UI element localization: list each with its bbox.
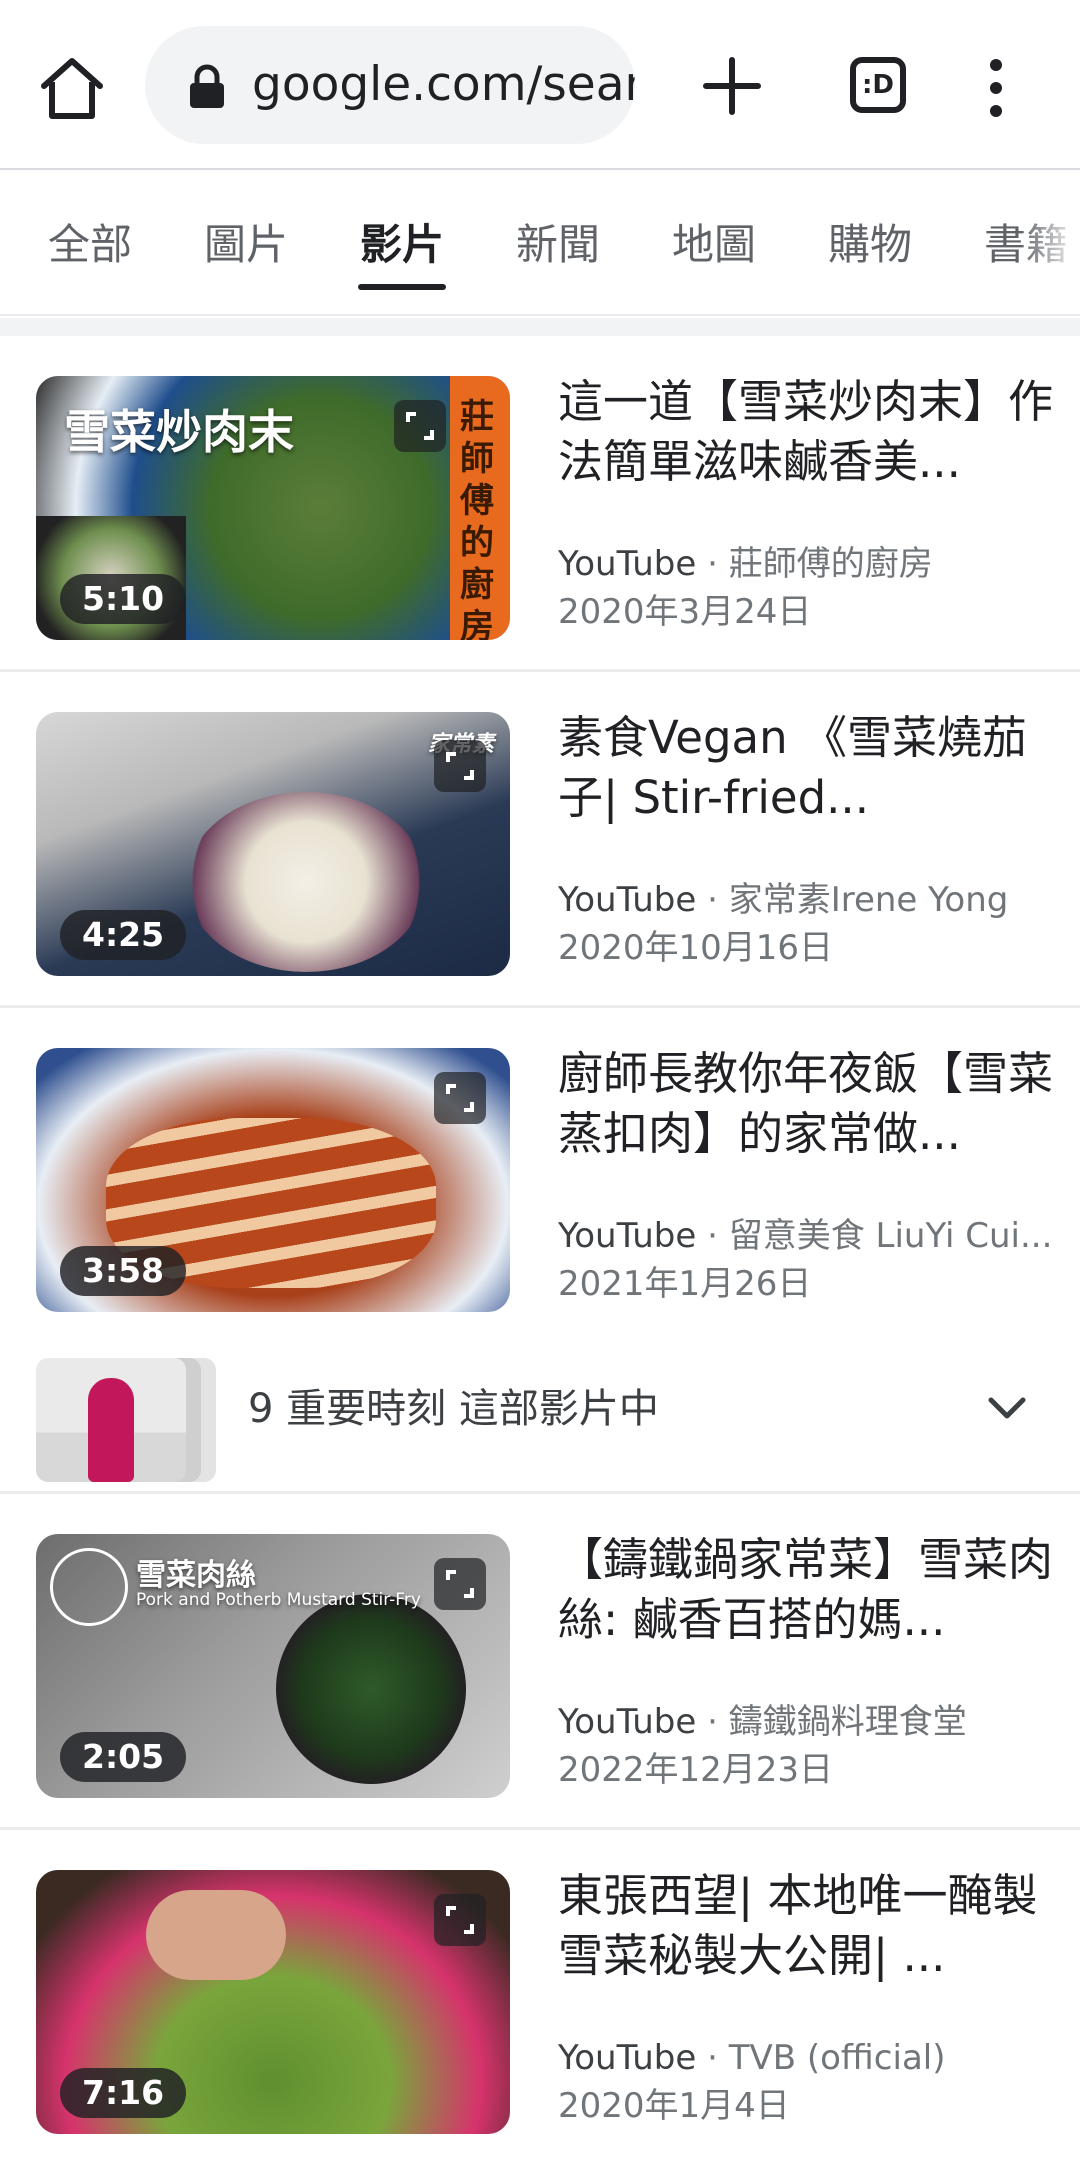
tab-images[interactable]: 圖片 bbox=[204, 170, 288, 314]
video-channel: TVB (official) bbox=[728, 2038, 946, 2078]
section-gap bbox=[0, 318, 1080, 336]
meta-separator: · bbox=[707, 1702, 729, 1742]
key-moments-label: 9 重要時刻 這部影片中 bbox=[248, 1386, 659, 1432]
video-result[interactable]: 雪菜肉絲 Pork and Potherb Mustard Stir-Fry 2… bbox=[0, 1494, 1080, 1830]
expand-icon bbox=[434, 1072, 486, 1124]
video-thumbnail[interactable]: 家常素 4:25 bbox=[36, 712, 510, 976]
key-moments-row[interactable]: 9 重要時刻 這部影片中 bbox=[0, 1334, 1080, 1484]
browser-toolbar: google.com/search :D bbox=[0, 0, 1080, 170]
tab-all[interactable]: 全部 bbox=[48, 170, 132, 314]
thumbnail-skillet bbox=[276, 1594, 466, 1784]
video-source: YouTube bbox=[558, 544, 697, 584]
tab-switcher-icon[interactable]: :D bbox=[850, 57, 906, 113]
thumbnail-caption: 雪菜炒肉末 bbox=[64, 405, 294, 459]
thumbnail-logo bbox=[50, 1548, 128, 1626]
search-tabs: 全部 圖片 影片 新聞 地圖 購物 書籍 bbox=[0, 170, 1080, 316]
video-duration: 4:25 bbox=[60, 910, 187, 960]
expand-icon bbox=[434, 1894, 486, 1946]
video-result[interactable]: 7:16 東張西望| 本地唯一醃製雪菜秘製大公開| ... YouTube · … bbox=[0, 1830, 1080, 2166]
tab-news[interactable]: 新聞 bbox=[516, 170, 600, 314]
video-duration: 7:16 bbox=[60, 2068, 187, 2118]
video-duration: 3:58 bbox=[60, 1246, 187, 1296]
video-date: 2021年1月26日 bbox=[558, 1264, 812, 1304]
video-meta: YouTube · 家常素Irene Yong bbox=[558, 876, 1058, 924]
video-thumbnail[interactable]: 雪菜肉絲 Pork and Potherb Mustard Stir-Fry 2… bbox=[36, 1534, 510, 1798]
thumbnail-pan bbox=[186, 792, 426, 972]
video-source: YouTube bbox=[558, 880, 697, 920]
video-meta: YouTube · 留意美食 LiuYi Cui... bbox=[558, 1212, 1058, 1260]
video-thumbnail[interactable]: 3:58 bbox=[36, 1048, 510, 1312]
key-moments-thumbnails bbox=[36, 1358, 222, 1482]
video-meta: YouTube · 鑄鐵鍋料理食堂 bbox=[558, 1698, 1058, 1746]
more-vert-icon[interactable] bbox=[980, 56, 1012, 120]
tabs-fade bbox=[1020, 170, 1080, 314]
video-channel: 家常素Irene Yong bbox=[728, 880, 1009, 920]
video-channel: 鑄鐵鍋料理食堂 bbox=[728, 1702, 967, 1742]
video-channel: 留意美食 LiuYi Cui... bbox=[728, 1216, 1053, 1256]
video-duration: 5:10 bbox=[60, 574, 187, 624]
meta-separator: · bbox=[707, 544, 729, 584]
video-title[interactable]: 廚師長教你年夜飯【雪菜蒸扣肉】的家常做... bbox=[558, 1044, 1058, 1164]
expand-icon bbox=[434, 740, 486, 792]
thumbnail-hand bbox=[146, 1890, 286, 1980]
meta-separator: · bbox=[707, 1216, 729, 1256]
thumbnail-caption: 雪菜肉絲 bbox=[136, 1558, 256, 1593]
expand-icon bbox=[394, 400, 446, 452]
video-title[interactable]: 這一道【雪菜炒肉末】作法簡單滋味鹹香美... bbox=[558, 372, 1058, 492]
video-thumbnail[interactable]: 7:16 bbox=[36, 1870, 510, 2134]
video-meta: YouTube · TVB (official) bbox=[558, 2034, 1058, 2082]
url-text: google.com/search bbox=[252, 57, 635, 112]
lock-icon bbox=[190, 64, 224, 108]
tab-shopping[interactable]: 購物 bbox=[828, 170, 912, 314]
mini-thumb-person bbox=[88, 1378, 134, 1482]
thumbnail-subcaption: Pork and Potherb Mustard Stir-Fry bbox=[136, 1590, 421, 1610]
video-result[interactable]: 雪菜炒肉末 莊師傅的廚房 5:10 這一道【雪菜炒肉末】作法簡單滋味鹹香美...… bbox=[0, 336, 1080, 672]
chevron-down-icon[interactable] bbox=[985, 1386, 1029, 1430]
video-source: YouTube bbox=[558, 2038, 697, 2078]
video-meta: YouTube · 莊師傅的廚房 bbox=[558, 540, 1058, 588]
plus-icon[interactable] bbox=[700, 54, 764, 118]
tab-videos[interactable]: 影片 bbox=[357, 170, 447, 314]
video-thumbnail[interactable]: 雪菜炒肉末 莊師傅的廚房 5:10 bbox=[36, 376, 510, 640]
home-icon[interactable] bbox=[36, 52, 108, 124]
thumbnail-side-caption: 莊師傅的廚房 bbox=[460, 397, 494, 640]
mini-thumb-front bbox=[36, 1358, 186, 1482]
tab-maps[interactable]: 地圖 bbox=[672, 170, 756, 314]
video-date: 2020年1月4日 bbox=[558, 2086, 790, 2126]
meta-separator: · bbox=[707, 2038, 729, 2078]
video-source: YouTube bbox=[558, 1702, 697, 1742]
meta-separator: · bbox=[707, 880, 729, 920]
video-date: 2020年3月24日 bbox=[558, 592, 812, 632]
video-title[interactable]: 東張西望| 本地唯一醃製雪菜秘製大公開| ... bbox=[558, 1866, 1058, 1986]
video-date: 2022年12月23日 bbox=[558, 1750, 834, 1790]
address-bar[interactable]: google.com/search bbox=[145, 26, 635, 144]
video-title[interactable]: 素食Vegan 《雪菜燒茄子| Stir-fried... bbox=[558, 708, 1058, 828]
video-result[interactable]: 3:58 廚師長教你年夜飯【雪菜蒸扣肉】的家常做... YouTube · 留意… bbox=[0, 1008, 1080, 1494]
video-channel: 莊師傅的廚房 bbox=[728, 544, 933, 584]
video-date: 2020年10月16日 bbox=[558, 928, 834, 968]
tab-switcher-label: :D bbox=[862, 70, 894, 100]
video-duration: 2:05 bbox=[60, 1732, 187, 1782]
video-source: YouTube bbox=[558, 1216, 697, 1256]
expand-icon bbox=[434, 1558, 486, 1610]
video-title[interactable]: 【鑄鐵鍋家常菜】雪菜肉絲: 鹹香百搭的媽... bbox=[558, 1530, 1058, 1650]
video-result[interactable]: 家常素 4:25 素食Vegan 《雪菜燒茄子| Stir-fried... Y… bbox=[0, 672, 1080, 1008]
